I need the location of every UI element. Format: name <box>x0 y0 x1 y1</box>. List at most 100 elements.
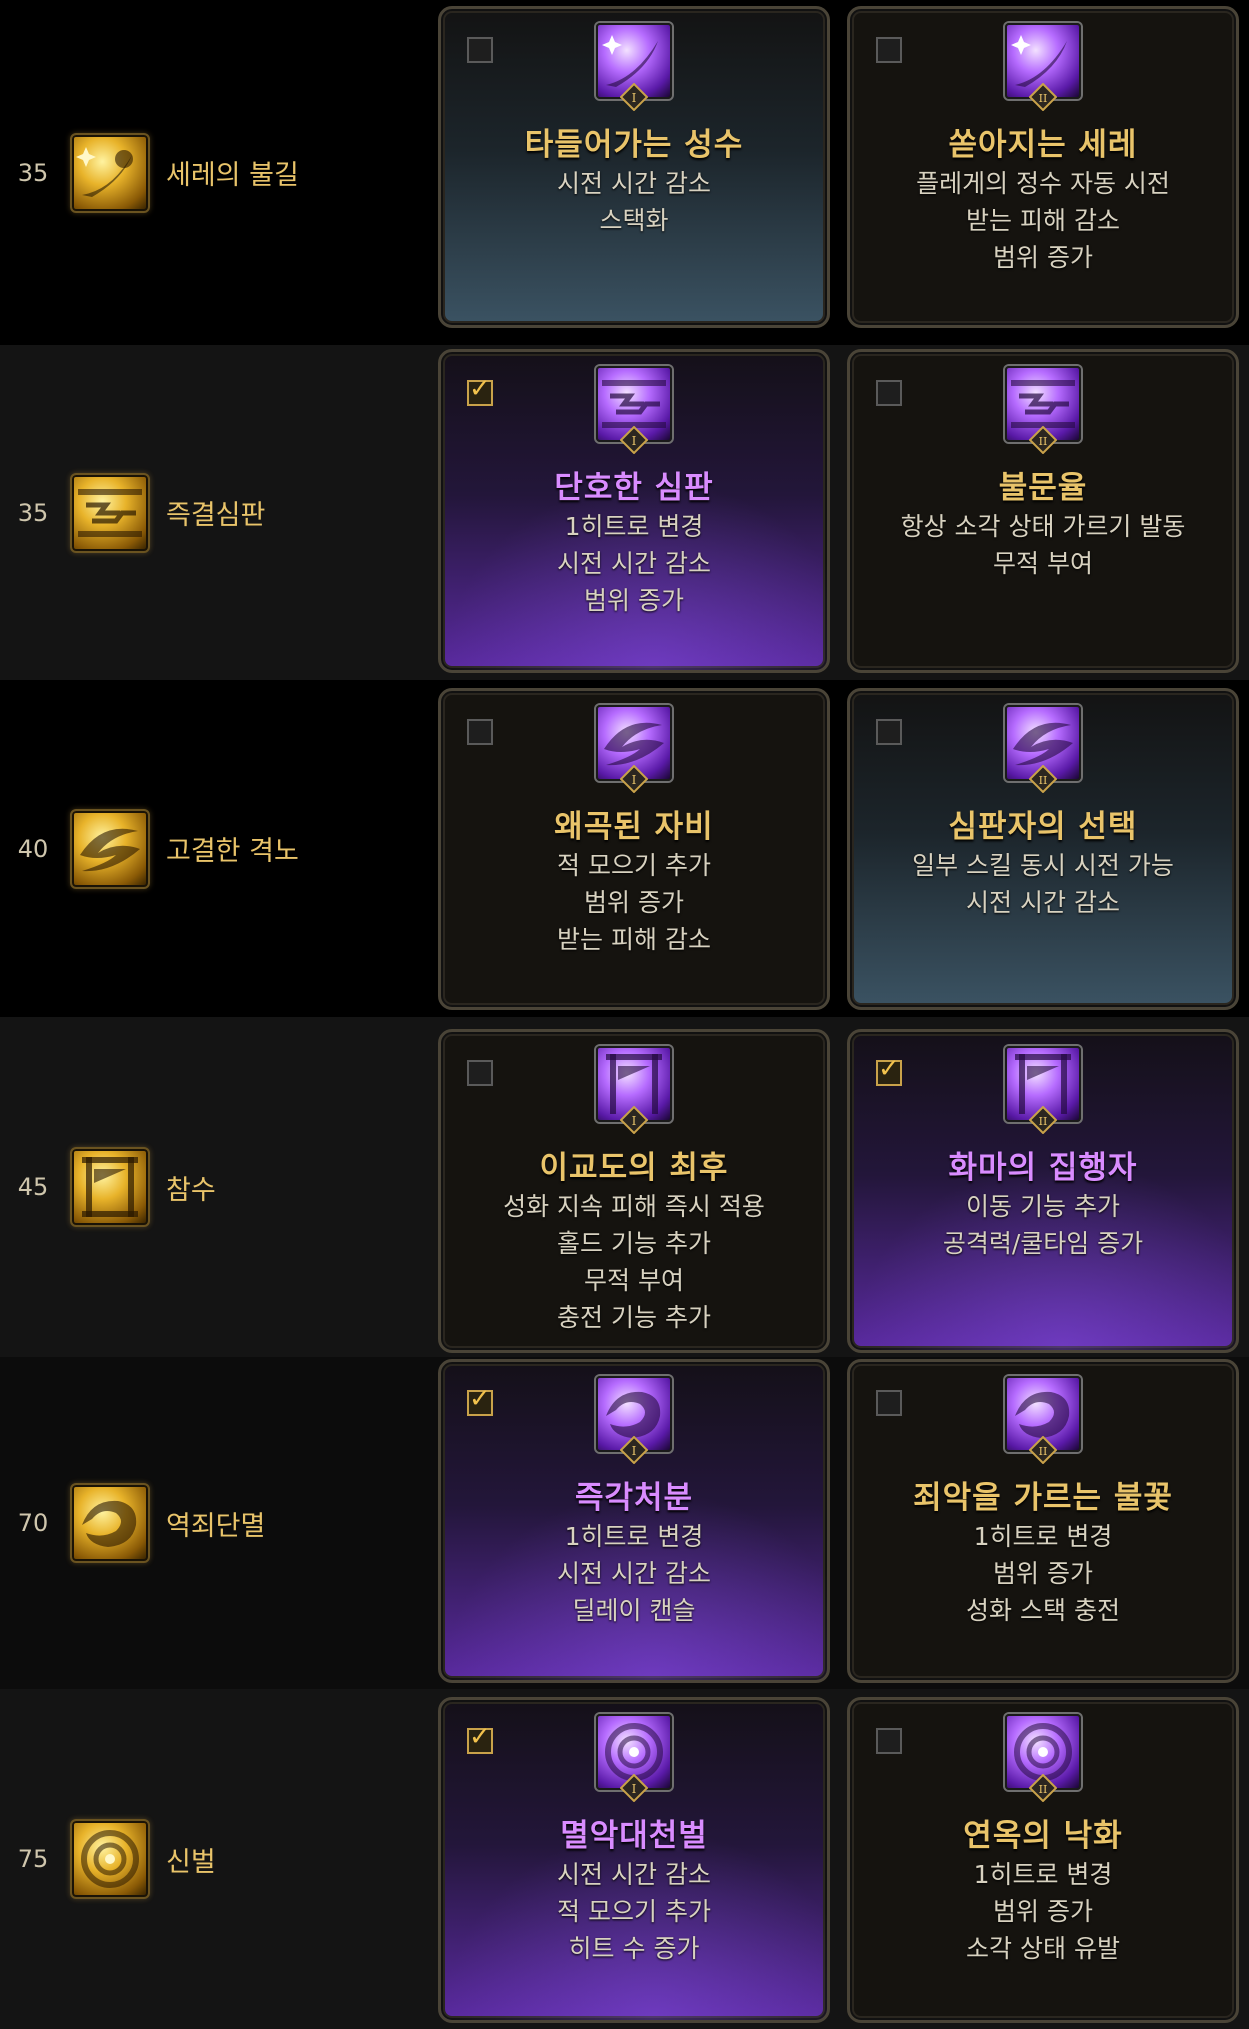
tier-numeral: I <box>632 1782 637 1796</box>
tripod-card[interactable]: ✓ II 쏟아지는 세레 플레게의 정수 자동 시전 받는 피해 감소 범위 증… <box>847 6 1239 328</box>
tripod-card[interactable]: ✓ II 연옥의 낙화 1히트로 변경 범위 증가 소각 상태 유발 <box>847 1697 1239 2023</box>
tripod-card[interactable]: ✓ I 타들어가는 성수 시전 시간 감소 스택화 <box>438 6 830 328</box>
checkmark-icon: ✓ <box>878 1054 900 1084</box>
star-comet-icon: II <box>1005 23 1081 111</box>
desc-line: 공격력/쿨타임 증가 <box>942 1229 1144 1258</box>
skill-info: 70 역죄단멸 <box>0 1357 436 1689</box>
tripod-checkbox[interactable]: ✓ <box>876 1390 902 1416</box>
tier-numeral: I <box>632 434 637 448</box>
treason-icon: I <box>596 1376 672 1464</box>
tripod-name: 즉각처분 <box>574 1480 694 1516</box>
tripod-card[interactable]: ✓ I 이교도의 최후 성화 지속 피해 즉시 적용 홀드 기능 추가 무적 부… <box>438 1029 830 1353</box>
treason-icon <box>70 1483 150 1563</box>
tripod-card[interactable]: ✓ II 불문율 항상 소각 상태 가르기 발동 무적 부여 <box>847 349 1239 673</box>
desc-line: 범위 증가 <box>993 1897 1093 1926</box>
skill-info: 45 참수 <box>0 1017 436 1357</box>
tripod-checkbox[interactable]: ✓ <box>467 376 493 406</box>
tripod-checkbox[interactable]: ✓ <box>876 37 902 63</box>
tripod-card[interactable]: ✓ II 화마의 집행자 이동 기능 추가 공격력/쿨타임 증가 <box>847 1029 1239 1353</box>
desc-line: 1히트로 변경 <box>564 512 704 541</box>
desc-line: 시전 시간 감소 <box>557 1860 711 1889</box>
tripod-name: 쏟아지는 세레 <box>948 127 1138 163</box>
tier-numeral: I <box>632 1444 637 1458</box>
desc-line: 이동 기능 추가 <box>966 1192 1120 1221</box>
desc-line: 스택화 <box>599 206 669 235</box>
skill-level: 40 <box>17 834 49 863</box>
swift-judgment-icon <box>70 472 150 553</box>
tripod-name: 연옥의 낙화 <box>963 1818 1123 1854</box>
tripod-checkbox[interactable]: ✓ <box>876 1056 902 1086</box>
tripod-description: 성화 지속 피해 즉시 적용 홀드 기능 추가 무적 부여 충전 기능 추가 <box>441 1188 827 1336</box>
tripod-checkbox[interactable]: ✓ <box>876 380 902 406</box>
tripod-description: 시전 시간 감소 적 모으기 추가 히트 수 증가 <box>441 1856 827 1967</box>
swift-judgment-icon: I <box>596 366 672 454</box>
star-comet-icon: I <box>596 23 672 111</box>
tripod-description: 시전 시간 감소 스택화 <box>441 165 827 239</box>
skill-row: 35 즉결심판 ✓ I 단호한 심판 1히트로 변경 시전 시간 감소 범위 증… <box>0 345 1249 680</box>
noble-fury-icon <box>70 808 150 889</box>
desc-line: 1히트로 변경 <box>973 1860 1113 1889</box>
tripod-checkbox[interactable]: ✓ <box>467 37 493 63</box>
skill-row: 45 참수 ✓ I 이교도의 최후 성화 지속 피해 즉시 적용 홀드 기능 추… <box>0 1017 1249 1357</box>
tier-numeral: II <box>1039 1445 1048 1458</box>
tripod-name: 타들어가는 성수 <box>524 127 744 163</box>
skill-row: 35 세레의 불길 ✓ I 타들어가는 성수 시전 시간 감소 스택화 ✓ <box>0 0 1249 345</box>
desc-line: 무적 부여 <box>584 1266 684 1295</box>
tripod-description: 1히트로 변경 시전 시간 감소 범위 증가 <box>441 508 827 619</box>
tripod-description: 항상 소각 상태 가르기 발동 무적 부여 <box>850 508 1236 582</box>
desc-line: 1히트로 변경 <box>973 1522 1113 1551</box>
desc-line: 적 모으기 추가 <box>557 851 711 880</box>
tier-numeral: II <box>1039 774 1048 787</box>
tripod-checkbox[interactable]: ✓ <box>876 1728 902 1754</box>
divine-punishment-icon: I <box>596 1714 672 1802</box>
tripod-checkbox[interactable]: ✓ <box>876 719 902 745</box>
desc-line: 항상 소각 상태 가르기 발동 <box>900 512 1186 541</box>
desc-line: 히트 수 증가 <box>568 1934 700 1963</box>
tier-numeral: I <box>632 1114 637 1128</box>
tripod-description: 이동 기능 추가 공격력/쿨타임 증가 <box>850 1188 1236 1262</box>
tier-numeral: II <box>1039 1783 1048 1796</box>
desc-line: 플레게의 정수 자동 시전 <box>916 169 1170 198</box>
tripod-checkbox[interactable]: ✓ <box>467 1386 493 1416</box>
desc-line: 적 모으기 추가 <box>557 1897 711 1926</box>
tripod-checkbox[interactable]: ✓ <box>467 1060 493 1086</box>
tier-numeral: II <box>1039 1115 1048 1128</box>
desc-line: 범위 증가 <box>584 888 684 917</box>
skill-row: 75 신벌 ✓ I 멸악대천벌 시전 시간 감소 적 모으기 추가 히트 수 증… <box>0 1689 1249 2029</box>
tripod-card[interactable]: ✓ II 심판자의 선택 일부 스킬 동시 시전 가능 시전 시간 감소 <box>847 688 1239 1010</box>
desc-line: 소각 상태 유발 <box>966 1934 1120 1963</box>
tripod-card[interactable]: ✓ II 죄악을 가르는 불꽃 1히트로 변경 범위 증가 성화 스택 충전 <box>847 1359 1239 1683</box>
guillotine-icon: I <box>596 1046 672 1134</box>
tripod-selection-panel: 35 세레의 불길 ✓ I 타들어가는 성수 시전 시간 감소 스택화 ✓ <box>0 0 1249 2029</box>
desc-line: 범위 증가 <box>993 243 1093 272</box>
skill-name: 즉결심판 <box>166 500 266 531</box>
tier-numeral: I <box>632 773 637 787</box>
skill-row: 70 역죄단멸 ✓ I 즉각처분 1히트로 변경 시전 시간 감소 딜레이 캔슬… <box>0 1357 1249 1689</box>
skill-level: 75 <box>17 1845 49 1873</box>
tripod-name: 멸악대천벌 <box>560 1818 708 1854</box>
tripod-name: 화마의 집행자 <box>948 1150 1138 1186</box>
skill-name: 역죄단멸 <box>166 1510 266 1542</box>
noble-fury-icon: II <box>1005 705 1081 793</box>
swift-judgment-icon: II <box>1005 366 1081 454</box>
tripod-checkbox[interactable]: ✓ <box>467 719 493 745</box>
skill-info: 35 즉결심판 <box>0 345 436 680</box>
skill-name: 참수 <box>166 1174 216 1206</box>
checkmark-icon: ✓ <box>469 1384 491 1414</box>
tripod-card[interactable]: ✓ I 단호한 심판 1히트로 변경 시전 시간 감소 범위 증가 <box>438 349 830 673</box>
tripod-name: 불문율 <box>998 470 1088 506</box>
tripod-name: 죄악을 가르는 불꽃 <box>913 1480 1173 1516</box>
tripod-card[interactable]: ✓ I 왜곡된 자비 적 모으기 추가 범위 증가 받는 피해 감소 <box>438 688 830 1010</box>
skill-name: 신벌 <box>166 1846 216 1878</box>
tripod-name: 심판자의 선택 <box>948 809 1138 845</box>
tripod-name: 단호한 심판 <box>554 470 714 506</box>
desc-line: 범위 증가 <box>993 1559 1093 1588</box>
tripod-description: 1히트로 변경 범위 증가 소각 상태 유발 <box>850 1856 1236 1967</box>
tripod-card[interactable]: ✓ I 즉각처분 1히트로 변경 시전 시간 감소 딜레이 캔슬 <box>438 1359 830 1683</box>
tripod-checkbox[interactable]: ✓ <box>467 1724 493 1754</box>
skill-row: 40 고결한 격노 ✓ I 왜곡된 자비 적 모으기 추가 범위 증가 받는 피… <box>0 680 1249 1017</box>
tripod-description: 1히트로 변경 범위 증가 성화 스택 충전 <box>850 1518 1236 1629</box>
desc-line: 범위 증가 <box>584 586 684 615</box>
tripod-card[interactable]: ✓ I 멸악대천벌 시전 시간 감소 적 모으기 추가 히트 수 증가 <box>438 1697 830 2023</box>
skill-info: 40 고결한 격노 <box>0 680 436 1017</box>
